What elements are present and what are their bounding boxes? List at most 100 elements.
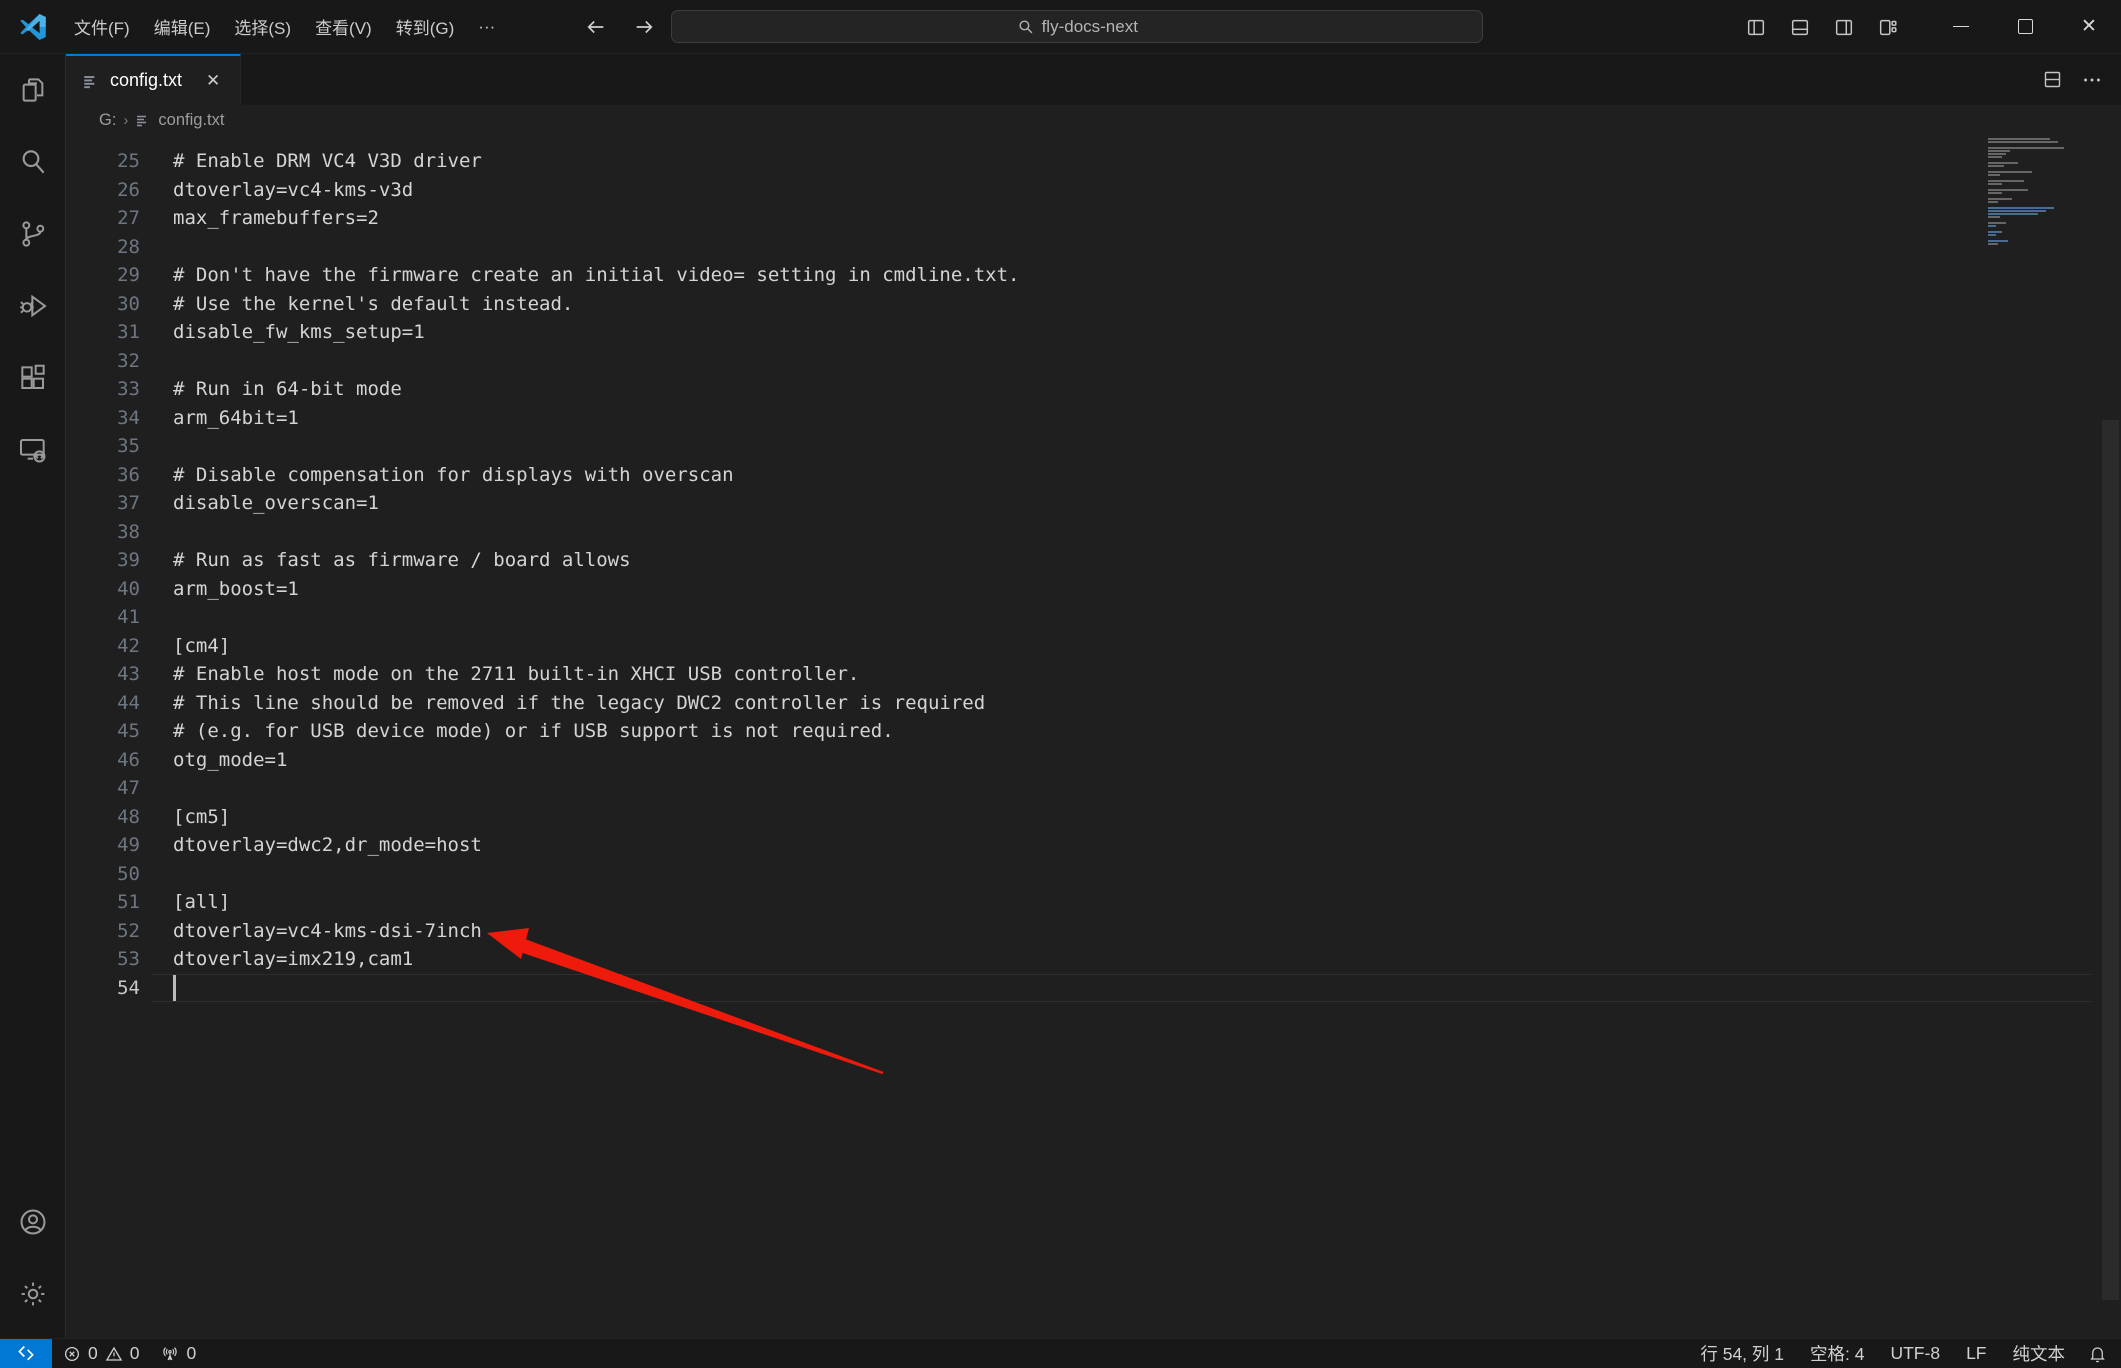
forward-arrow-icon[interactable] [633, 16, 655, 38]
code-line-38[interactable]: 38 [66, 518, 2099, 547]
close-button[interactable]: ✕ [2057, 0, 2121, 53]
code-line-42[interactable]: 42[cm4] [66, 632, 2099, 661]
status-item[interactable]: 行 54, 列 1 [1687, 1339, 1797, 1368]
menu-item[interactable]: ··· [466, 0, 507, 53]
toggle-secondary-sidebar-icon[interactable] [1829, 12, 1859, 42]
code-line-29[interactable]: 29# Don't have the firmware create an in… [66, 261, 2099, 290]
code-line-45[interactable]: 45# (e.g. for USB device mode) or if USB… [66, 717, 2099, 746]
code-line-32[interactable]: 32 [66, 347, 2099, 376]
settings-gear-icon[interactable] [0, 1258, 65, 1330]
code-line-52[interactable]: 52dtoverlay=vc4-kms-dsi-7inch [66, 917, 2099, 946]
extensions-icon[interactable] [0, 342, 65, 414]
code-line-54[interactable]: 54 [66, 974, 2099, 1003]
code-line-36[interactable]: 36# Disable compensation for displays wi… [66, 461, 2099, 490]
explorer-icon[interactable] [0, 54, 65, 126]
line-number[interactable]: 54 [66, 977, 140, 999]
code-line-33[interactable]: 33# Run in 64-bit mode [66, 375, 2099, 404]
code-line-46[interactable]: 46otg_mode=1 [66, 746, 2099, 775]
editor-pane[interactable]: 25# Enable DRM VC4 V3D driver26dtoverlay… [66, 135, 2121, 1338]
code-line-30[interactable]: 30# Use the kernel's default instead. [66, 290, 2099, 319]
code-line-48[interactable]: 48[cm5] [66, 803, 2099, 832]
menu-item[interactable]: 文件(F) [62, 0, 142, 53]
code-line-39[interactable]: 39# Run as fast as firmware / board allo… [66, 546, 2099, 575]
code-line-47[interactable]: 47 [66, 774, 2099, 803]
menu-item[interactable]: 转到(G) [384, 0, 467, 53]
tab-config-txt[interactable]: config.txt ✕ [66, 54, 241, 105]
code-line-28[interactable]: 28 [66, 233, 2099, 262]
back-arrow-icon[interactable] [585, 16, 607, 38]
split-editor-icon[interactable] [2042, 69, 2063, 90]
source-control-icon[interactable] [0, 198, 65, 270]
code-line-27[interactable]: 27max_framebuffers=2 [66, 204, 2099, 233]
minimap[interactable] [1988, 138, 2068, 246]
line-number[interactable]: 38 [66, 521, 140, 543]
run-debug-icon[interactable] [0, 270, 65, 342]
line-number[interactable]: 41 [66, 606, 140, 628]
code-line-31[interactable]: 31disable_fw_kms_setup=1 [66, 318, 2099, 347]
command-center-search[interactable]: fly-docs-next [671, 10, 1483, 43]
line-number[interactable]: 53 [66, 948, 140, 970]
menu-item[interactable]: 编辑(E) [142, 0, 223, 53]
line-number[interactable]: 33 [66, 378, 140, 400]
code-line-41[interactable]: 41 [66, 603, 2099, 632]
line-number[interactable]: 48 [66, 806, 140, 828]
maximize-button[interactable] [1993, 0, 2057, 53]
code-line-40[interactable]: 40arm_boost=1 [66, 575, 2099, 604]
customize-layout-icon[interactable] [1873, 12, 1903, 42]
code-line-35[interactable]: 35 [66, 432, 2099, 461]
line-number[interactable]: 31 [66, 321, 140, 343]
menu-item[interactable]: 查看(V) [303, 0, 384, 53]
code-line-44[interactable]: 44# This line should be removed if the l… [66, 689, 2099, 718]
ports-status[interactable]: 0 [150, 1339, 207, 1368]
line-number[interactable]: 46 [66, 749, 140, 771]
breadcrumb-file[interactable]: config.txt [158, 111, 224, 130]
line-number[interactable]: 42 [66, 635, 140, 657]
line-number[interactable]: 43 [66, 663, 140, 685]
status-item[interactable]: UTF-8 [1877, 1339, 1953, 1368]
status-item[interactable]: 纯文本 [2000, 1339, 2079, 1368]
account-icon[interactable] [0, 1186, 65, 1258]
code-line-26[interactable]: 26dtoverlay=vc4-kms-v3d [66, 176, 2099, 205]
line-number[interactable]: 32 [66, 350, 140, 372]
line-number[interactable]: 36 [66, 464, 140, 486]
line-number[interactable]: 40 [66, 578, 140, 600]
code-line-34[interactable]: 34arm_64bit=1 [66, 404, 2099, 433]
line-number[interactable]: 29 [66, 264, 140, 286]
line-number[interactable]: 47 [66, 777, 140, 799]
status-item[interactable]: LF [1953, 1339, 1999, 1368]
status-item[interactable]: 空格: 4 [1797, 1339, 1877, 1368]
code-line-51[interactable]: 51[all] [66, 888, 2099, 917]
remote-indicator[interactable] [0, 1339, 52, 1368]
code-line-37[interactable]: 37disable_overscan=1 [66, 489, 2099, 518]
line-number[interactable]: 39 [66, 549, 140, 571]
code-line-25[interactable]: 25# Enable DRM VC4 V3D driver [66, 147, 2099, 176]
problems-status[interactable]: 0 0 [52, 1339, 150, 1368]
toggle-panel-icon[interactable] [1785, 12, 1815, 42]
line-number[interactable]: 34 [66, 407, 140, 429]
code-line-49[interactable]: 49dtoverlay=dwc2,dr_mode=host [66, 831, 2099, 860]
code-line-53[interactable]: 53dtoverlay=imx219,cam1 [66, 945, 2099, 974]
scrollbar-slider[interactable] [2102, 420, 2119, 1300]
line-number[interactable]: 28 [66, 236, 140, 258]
search-sidebar-icon[interactable] [0, 126, 65, 198]
line-number[interactable]: 52 [66, 920, 140, 942]
notifications-bell[interactable] [2078, 1339, 2121, 1368]
minimize-button[interactable] [1929, 0, 1993, 53]
line-number[interactable]: 49 [66, 834, 140, 856]
line-number[interactable]: 50 [66, 863, 140, 885]
tab-close-icon[interactable]: ✕ [202, 69, 224, 93]
line-number[interactable]: 37 [66, 492, 140, 514]
line-number[interactable]: 30 [66, 293, 140, 315]
vertical-scrollbar[interactable] [2100, 135, 2121, 1338]
breadcrumb-drive[interactable]: G: [99, 111, 116, 130]
line-number[interactable]: 44 [66, 692, 140, 714]
line-number[interactable]: 26 [66, 179, 140, 201]
line-number[interactable]: 45 [66, 720, 140, 742]
line-number[interactable]: 51 [66, 891, 140, 913]
toggle-sidebar-icon[interactable] [1741, 12, 1771, 42]
line-number[interactable]: 27 [66, 207, 140, 229]
line-number[interactable]: 35 [66, 435, 140, 457]
code-line-50[interactable]: 50 [66, 860, 2099, 889]
remote-explorer-icon[interactable] [0, 414, 65, 486]
menu-item[interactable]: 选择(S) [222, 0, 303, 53]
